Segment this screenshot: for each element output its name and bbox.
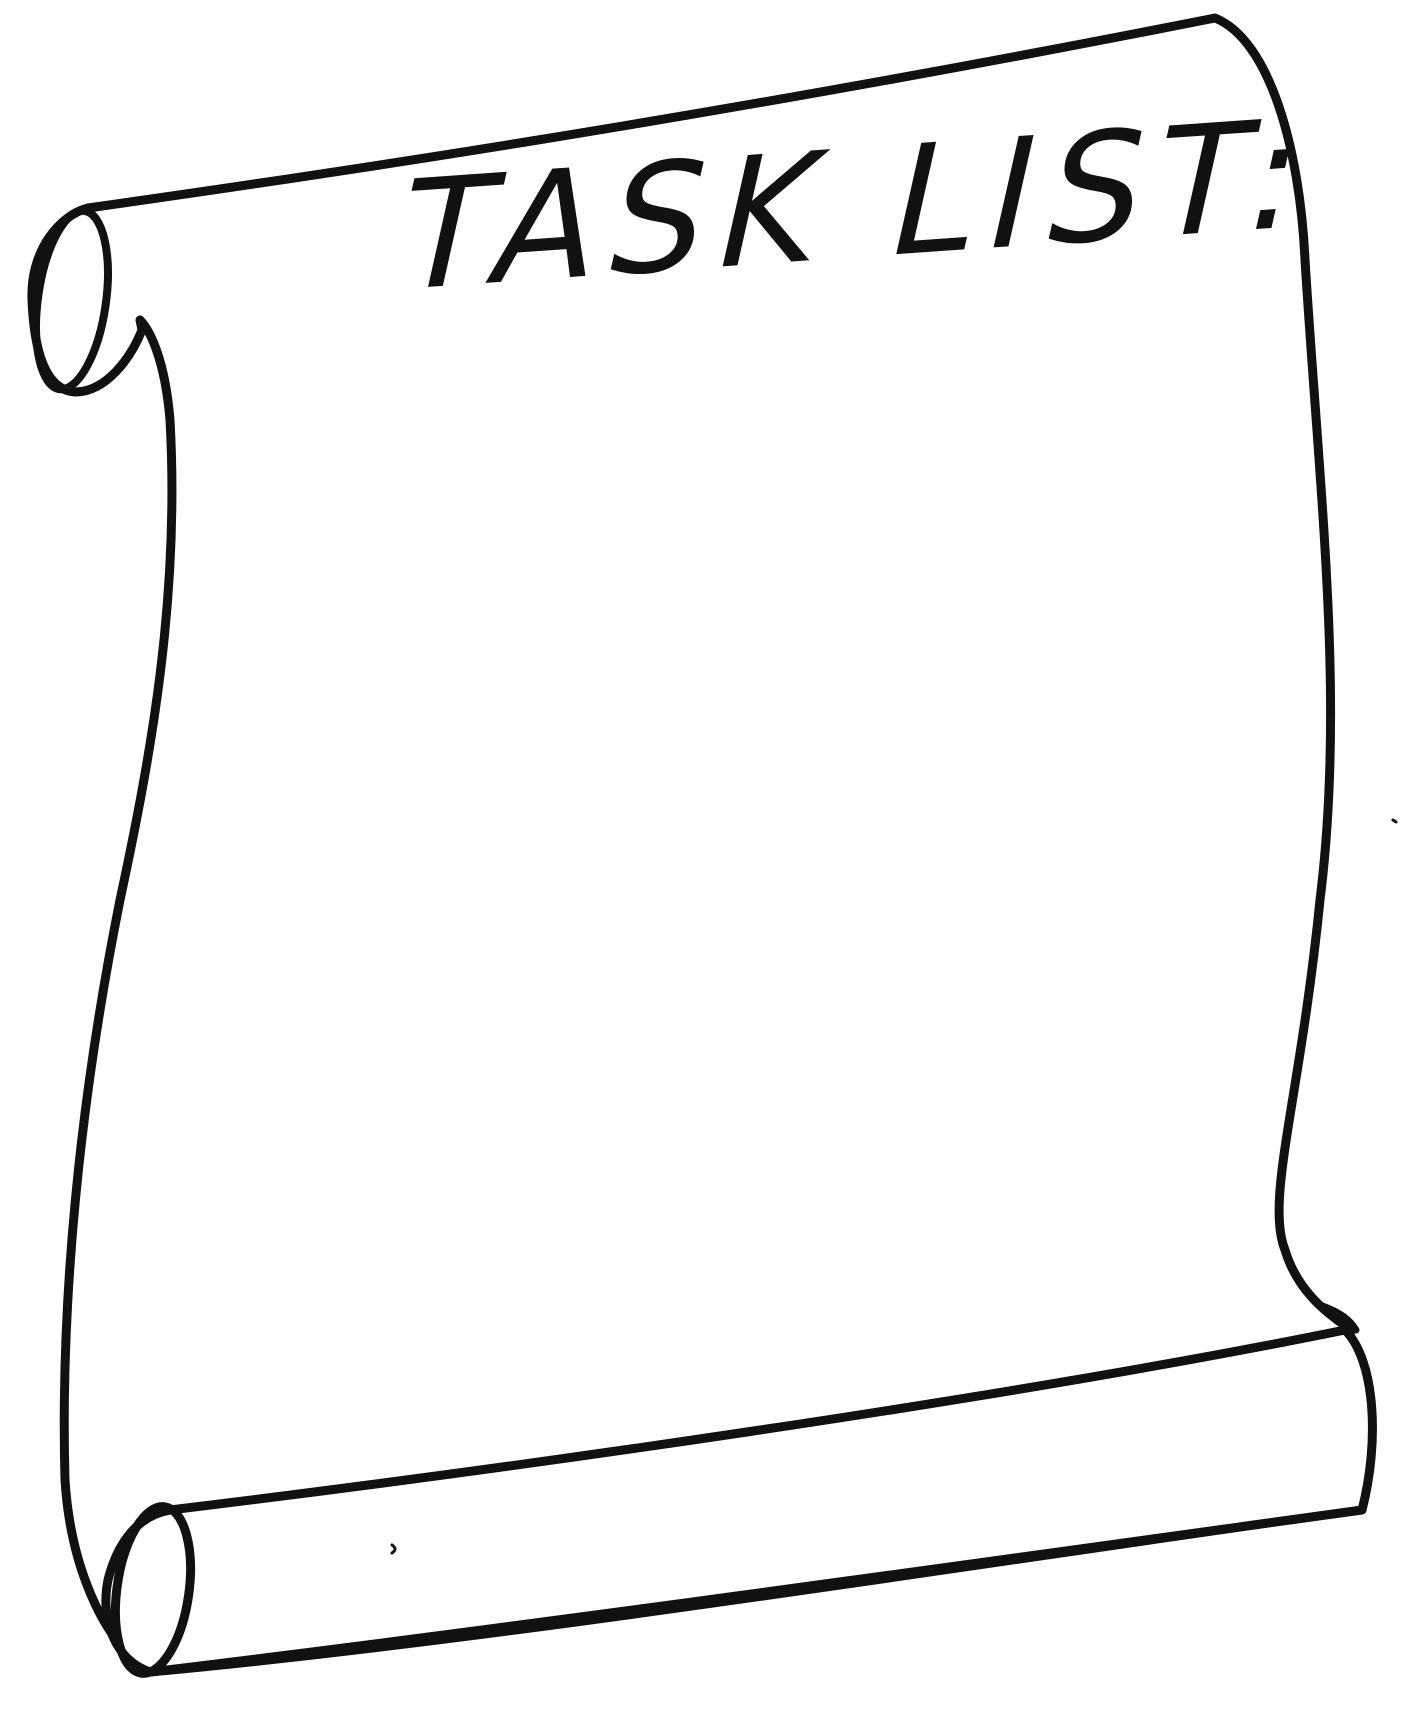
stray-mark xyxy=(1391,818,1398,824)
scroll-drawing: TASK LIST: xyxy=(0,0,1408,1728)
